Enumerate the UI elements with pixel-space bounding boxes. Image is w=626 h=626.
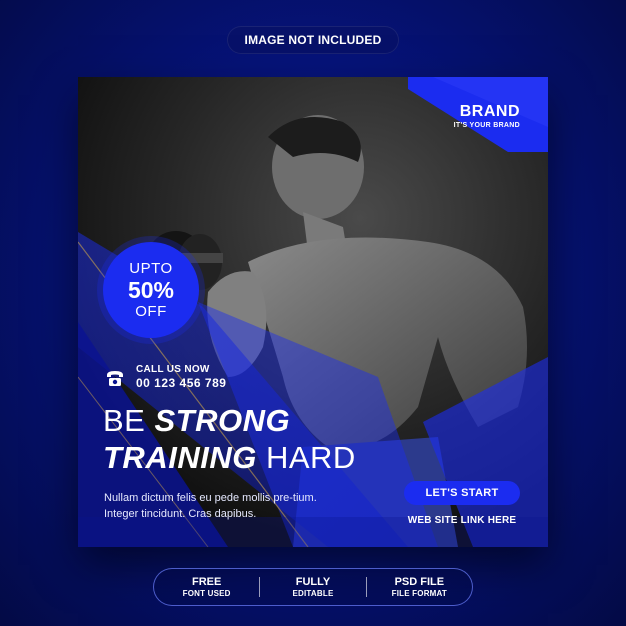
discount-off: OFF bbox=[135, 303, 167, 320]
headline-line-1: BE STRONG bbox=[103, 403, 291, 438]
discount-upto: UPTO bbox=[129, 260, 173, 277]
headline: BE STRONG TRAINING HARD bbox=[103, 402, 356, 476]
discount-percent: 50% bbox=[127, 277, 175, 303]
description-text: Nullam dictum felis eu pede mollis pre-t… bbox=[104, 492, 317, 520]
feature-fully-editable: FULLY EDITABLE bbox=[292, 575, 334, 598]
phone-number[interactable]: 00 123 456 789 bbox=[136, 376, 226, 390]
image-not-included-label: IMAGE NOT INCLUDED bbox=[244, 33, 382, 47]
lets-start-button[interactable]: LET'S START bbox=[404, 481, 520, 505]
discount-badge: UPTO 50% OFF bbox=[103, 242, 199, 338]
feature-psd-file: PSD FILE FILE FORMAT bbox=[391, 575, 448, 598]
call-us-label: CALL US NOW bbox=[136, 364, 210, 375]
feature-strip: FREE FONT USED FULLY EDITABLE PSD FILE F… bbox=[153, 568, 473, 606]
phone-icon bbox=[107, 371, 123, 386]
image-not-included-pill: IMAGE NOT INCLUDED bbox=[227, 26, 399, 54]
headline-line-2: TRAINING HARD bbox=[103, 440, 356, 475]
brand-tagline: IT'S YOUR BRAND bbox=[453, 122, 520, 129]
social-post-card: BRAND IT'S YOUR BRAND UPTO 50% OFF CALL … bbox=[78, 77, 548, 547]
feature-free-font: FREE FONT USED bbox=[182, 575, 231, 598]
website-link[interactable]: WEB SITE LINK HERE bbox=[396, 515, 528, 526]
brand-name: BRAND bbox=[459, 103, 520, 120]
